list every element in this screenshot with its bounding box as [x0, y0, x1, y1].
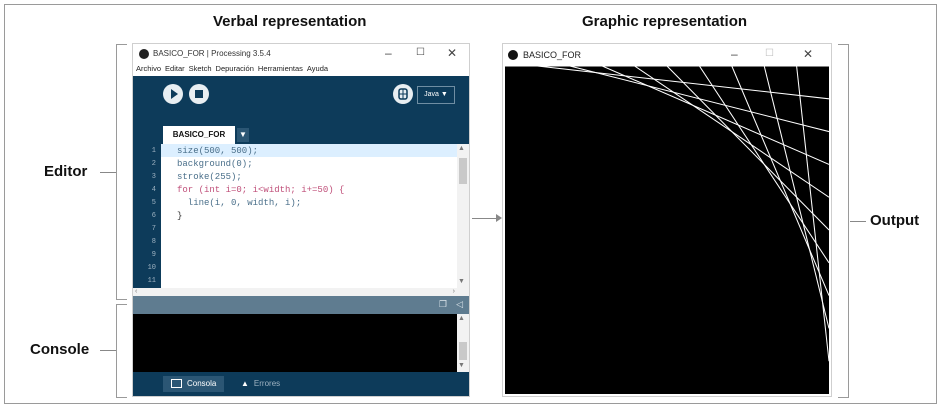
sketch-line — [763, 66, 829, 329]
code-line: } — [177, 211, 183, 221]
mode-selector[interactable]: Java ▼ — [417, 86, 455, 104]
output-connector — [850, 221, 866, 222]
flow-arrow-line — [472, 218, 498, 219]
flow-arrow-head — [496, 214, 502, 222]
scrollbar-thumb[interactable] — [459, 158, 467, 184]
sketch-line — [796, 66, 829, 362]
line-number: 4 — [151, 186, 156, 194]
minimize-icon[interactable]: – — [731, 47, 738, 61]
menu-archivo[interactable]: Archivo — [136, 64, 161, 73]
console-tabs: Consola ▲ Errores — [133, 372, 469, 396]
scrollbar-thumb[interactable] — [459, 342, 467, 360]
scroll-down-icon[interactable]: ▼ — [458, 278, 465, 285]
tab-basico-for[interactable]: BASICO_FOR — [163, 126, 235, 144]
maximize-icon[interactable]: ☐ — [416, 47, 425, 58]
code-line: stroke(255); — [177, 172, 242, 182]
ide-toolbar: Java ▼ — [133, 76, 469, 126]
tab-row: BASICO_FOR ▼ — [133, 126, 469, 144]
line-number: 1 — [151, 147, 156, 155]
console-icon — [171, 379, 182, 389]
play-icon — [171, 89, 178, 99]
console-header: ❐ ◁ — [133, 296, 469, 314]
editor-connector — [100, 172, 116, 173]
line-number: 8 — [151, 238, 156, 246]
sketch-output-window: BASICO_FOR – ☐ ✕ — [503, 44, 831, 396]
output-titlebar: BASICO_FOR – ☐ ✕ — [503, 44, 831, 66]
line-number: 7 — [151, 225, 156, 233]
processing-logo-icon — [508, 50, 518, 60]
scroll-right-icon[interactable]: › — [453, 288, 455, 295]
heading-verbal: Verbal representation — [213, 13, 367, 30]
stop-button[interactable] — [189, 84, 209, 104]
tab-menu-button[interactable]: ▼ — [237, 128, 249, 142]
line-number: 11 — [147, 277, 156, 285]
label-editor: Editor — [44, 163, 88, 180]
copy-icon[interactable]: ❐ — [439, 299, 447, 310]
scroll-up-icon[interactable]: ▲ — [458, 315, 465, 322]
heading-graphic: Graphic representation — [582, 13, 748, 30]
tab-errores-label: Errores — [253, 379, 281, 388]
console-scrollbar[interactable]: ▲ ▼ — [457, 314, 469, 372]
scroll-down-icon[interactable]: ▼ — [458, 362, 465, 369]
line-number-gutter: 1 2 3 4 5 6 7 8 9 10 11 — [133, 144, 161, 288]
line-number: 3 — [151, 173, 156, 181]
sketch-line — [666, 66, 829, 231]
stop-icon — [195, 90, 203, 98]
debug-button[interactable] — [393, 84, 413, 104]
console-output — [133, 314, 457, 372]
processing-ide-window: BASICO_FOR | Processing 3.5.4 – ☐ ✕ Arch… — [133, 44, 469, 396]
close-icon[interactable]: ✕ — [447, 46, 457, 60]
scroll-left-icon[interactable]: ‹ — [135, 288, 137, 295]
editor-scrollbar[interactable]: ▲ ▼ — [457, 144, 469, 288]
code-line: background(0); — [177, 159, 253, 169]
close-icon[interactable]: ✕ — [803, 47, 813, 61]
tab-consola-label: Consola — [187, 379, 217, 388]
scroll-up-icon[interactable]: ▲ — [458, 145, 465, 152]
sketch-canvas — [505, 66, 829, 394]
menu-ayuda[interactable]: Ayuda — [307, 64, 328, 73]
ide-title: BASICO_FOR | Processing 3.5.4 — [153, 49, 271, 58]
output-title: BASICO_FOR — [523, 50, 582, 60]
collapse-icon[interactable]: ◁ — [456, 299, 463, 310]
menu-sketch[interactable]: Sketch — [189, 64, 212, 73]
menu-editar[interactable]: Editar — [165, 64, 185, 73]
label-output: Output — [870, 212, 920, 229]
code-editor[interactable]: size(500, 500); background(0); stroke(25… — [161, 144, 457, 288]
label-console: Console — [30, 341, 90, 358]
menu-depuracion[interactable]: Depuración — [216, 64, 254, 73]
minimize-icon[interactable]: – — [385, 46, 392, 60]
bug-icon — [398, 88, 408, 100]
sketch-drawing — [505, 66, 829, 362]
console-connector — [100, 350, 116, 351]
processing-logo-icon — [139, 49, 149, 59]
ide-titlebar: BASICO_FOR | Processing 3.5.4 – ☐ ✕ — [133, 44, 469, 64]
console-bracket — [116, 304, 127, 398]
menu-bar: Archivo Editar Sketch Depuración Herramienta… — [133, 64, 469, 76]
tab-errores[interactable]: ▲ Errores — [241, 376, 280, 392]
line-number: 2 — [151, 160, 156, 168]
code-line: line(i, 0, width, i); — [177, 198, 302, 208]
line-number: 5 — [151, 199, 156, 207]
maximize-icon[interactable]: ☐ — [765, 48, 774, 59]
code-line: size(500, 500); — [177, 146, 259, 156]
line-number: 6 — [151, 212, 156, 220]
line-number: 10 — [147, 264, 156, 272]
horizontal-scrollbar[interactable]: ‹ › — [133, 288, 469, 296]
sketch-line — [698, 66, 829, 264]
code-line: for (int i=0; i<width; i+=50) { — [177, 185, 345, 195]
sketch-line — [731, 66, 829, 296]
editor-bracket — [116, 44, 127, 300]
tab-consola[interactable]: Consola — [163, 376, 225, 392]
line-number: 9 — [151, 251, 156, 259]
output-bracket — [838, 44, 849, 398]
warning-icon: ▲ — [241, 379, 249, 388]
menu-herramientas[interactable]: Herramientas — [258, 64, 303, 73]
run-button[interactable] — [163, 84, 183, 104]
